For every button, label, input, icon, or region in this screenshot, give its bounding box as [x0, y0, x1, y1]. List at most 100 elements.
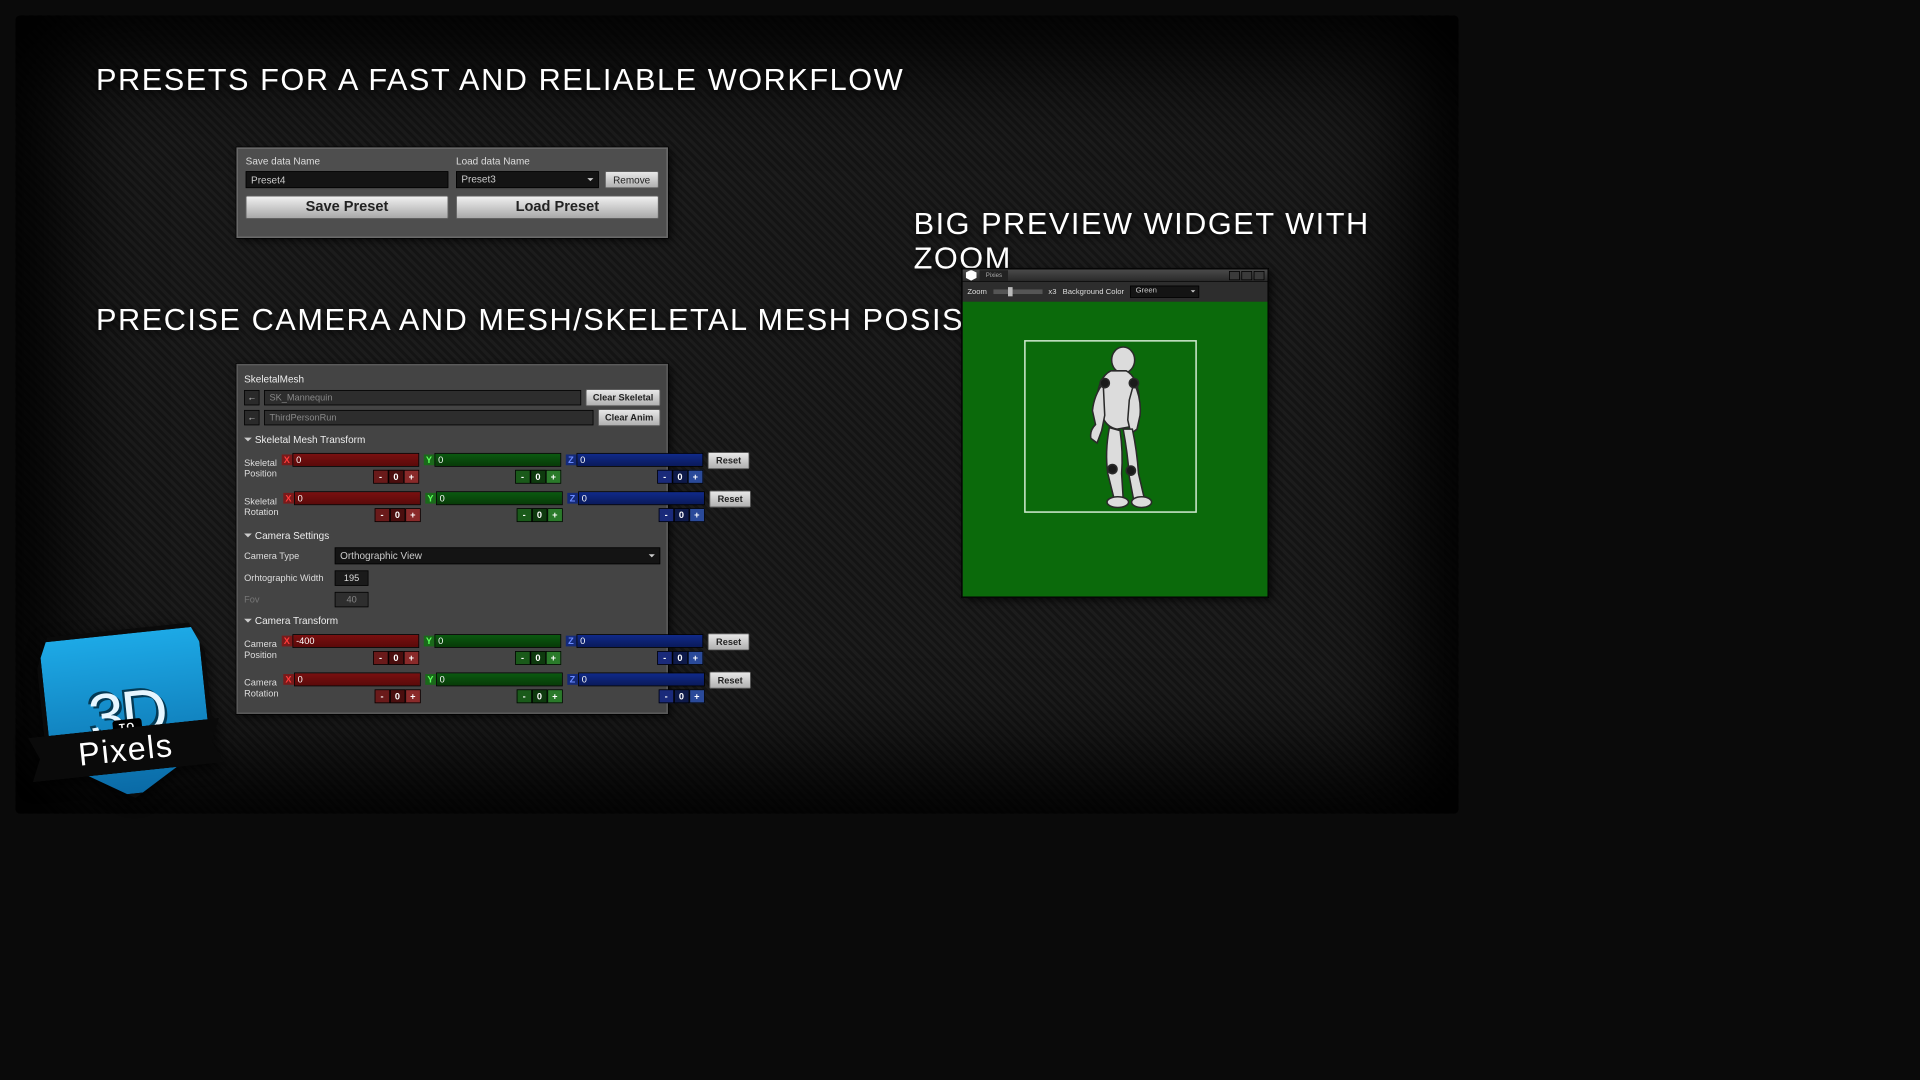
skeletal-rotation-label: Skeletal Rotation — [244, 496, 278, 517]
skeletal-rotation-x-input[interactable] — [294, 491, 421, 505]
zoom-slider[interactable] — [993, 289, 1042, 294]
skeletal-rotation-x-plus-button[interactable]: + — [405, 508, 420, 522]
camera-position-y-plus-button[interactable]: + — [546, 651, 561, 665]
camera-rotation-z-minus-button[interactable]: - — [658, 689, 673, 703]
skeletal-position-z-axis: Z — [566, 454, 577, 465]
camera-rotation-y-plus-button[interactable]: + — [547, 689, 562, 703]
camera-position-x-input[interactable] — [292, 634, 419, 648]
camera-position-y-axis: Y — [424, 636, 435, 647]
minimize-icon[interactable] — [1229, 271, 1240, 280]
camera-rotation-label: Camera Rotation — [244, 677, 278, 698]
bg-color-dropdown[interactable]: Green — [1130, 286, 1199, 298]
camera-position-y-input[interactable] — [434, 634, 561, 648]
camera-rotation-x-plus-button[interactable]: + — [405, 689, 420, 703]
skeletal-rotation-z-input[interactable] — [578, 491, 705, 505]
heading-camera: PRECISE CAMERA AND MESH/SKELETAL MESH PO… — [96, 303, 1054, 338]
camera-rotation-z-input[interactable] — [578, 673, 705, 687]
preview-tab[interactable]: Pixies — [980, 270, 1009, 281]
camera-position-label: Camera Position — [244, 639, 277, 660]
load-preset-button[interactable]: Load Preset — [456, 196, 659, 219]
bg-color-label: Background Color — [1063, 288, 1124, 296]
panel-title: SkeletalMesh — [244, 373, 660, 385]
camera-rotation-x-zero-button[interactable]: 0 — [390, 689, 405, 703]
camera-rotation-x-minus-button[interactable]: - — [374, 689, 389, 703]
transform-panel: SkeletalMesh ← SK_Mannequin Clear Skelet… — [236, 364, 667, 714]
camera-rotation-x-axis: X — [283, 674, 294, 685]
clear-skeletal-button[interactable]: Clear Skeletal — [586, 389, 660, 406]
skeletal-rotation-z-minus-button[interactable]: - — [658, 508, 673, 522]
camera-position-z-input[interactable] — [576, 634, 703, 648]
camera-position-x-plus-button[interactable]: + — [404, 651, 419, 665]
load-name-label: Load data Name — [456, 155, 659, 167]
anim-back-button[interactable]: ← — [244, 410, 259, 425]
skeletal-rotation-z-zero-button[interactable]: 0 — [674, 508, 689, 522]
skeletal-rotation-z-axis: Z — [567, 493, 578, 504]
camera-rotation-z-plus-button[interactable]: + — [689, 689, 704, 703]
skeletal-position-z-plus-button[interactable]: + — [688, 470, 703, 484]
skeletal-rotation-y-minus-button[interactable]: - — [516, 508, 531, 522]
clear-anim-button[interactable]: Clear Anim — [598, 409, 660, 426]
skeletal-position-y-plus-button[interactable]: + — [546, 470, 561, 484]
camera-position-reset-button[interactable]: Reset — [708, 633, 750, 650]
remove-button[interactable]: Remove — [605, 171, 659, 188]
fov-input — [335, 592, 369, 607]
skeletal-position-y-zero-button[interactable]: 0 — [530, 470, 545, 484]
camera-rotation-y-input[interactable] — [436, 673, 563, 687]
skeletal-position-z-zero-button[interactable]: 0 — [672, 470, 687, 484]
skeletal-position-x-input[interactable] — [292, 453, 419, 467]
skeletal-position-x-axis: X — [282, 454, 293, 465]
camera-rotation-z-zero-button[interactable]: 0 — [674, 689, 689, 703]
section-camera-transform[interactable]: Camera Transform — [244, 615, 660, 627]
skeletal-rotation-y-plus-button[interactable]: + — [547, 508, 562, 522]
zoom-value: x3 — [1048, 288, 1056, 296]
camera-type-dropdown[interactable]: Orthographic View — [335, 547, 661, 564]
camera-position-z-zero-button[interactable]: 0 — [672, 651, 687, 665]
mesh-back-button[interactable]: ← — [244, 390, 259, 405]
skeletal-position-x-plus-button[interactable]: + — [404, 470, 419, 484]
skeletal-position-x-zero-button[interactable]: 0 — [388, 470, 403, 484]
camera-position-x-zero-button[interactable]: 0 — [388, 651, 403, 665]
mesh-asset-field[interactable]: SK_Mannequin — [264, 390, 581, 405]
skeletal-position-y-input[interactable] — [434, 453, 561, 467]
skeletal-rotation-x-zero-button[interactable]: 0 — [390, 508, 405, 522]
skeletal-position-y-minus-button[interactable]: - — [515, 470, 530, 484]
camera-position-x-axis: X — [282, 636, 293, 647]
fov-label: Fov — [244, 594, 328, 605]
skeletal-rotation-y-zero-button[interactable]: 0 — [532, 508, 547, 522]
skeletal-rotation-x-minus-button[interactable]: - — [374, 508, 389, 522]
skeletal-position-reset-button[interactable]: Reset — [708, 452, 750, 469]
save-name-input[interactable] — [246, 171, 449, 188]
skeletal-position-z-minus-button[interactable]: - — [657, 470, 672, 484]
maximize-icon[interactable] — [1241, 271, 1252, 280]
skeletal-rotation-y-input[interactable] — [436, 491, 563, 505]
load-name-dropdown[interactable]: Preset3 — [456, 171, 598, 188]
section-camera-settings[interactable]: Camera Settings — [244, 530, 660, 542]
skeletal-position-label: Skeletal Position — [244, 458, 277, 479]
ortho-width-label: Orhtographic Width — [244, 573, 328, 584]
camera-rotation-y-zero-button[interactable]: 0 — [532, 689, 547, 703]
skeletal-rotation-x-axis: X — [283, 493, 294, 504]
save-preset-button[interactable]: Save Preset — [246, 196, 449, 219]
camera-rotation-y-axis: Y — [425, 674, 436, 685]
camera-position-y-minus-button[interactable]: - — [515, 651, 530, 665]
zoom-label: Zoom — [967, 288, 987, 296]
anim-asset-field[interactable]: ThirdPersonRun — [264, 410, 593, 425]
section-mesh-transform[interactable]: Skeletal Mesh Transform — [244, 434, 660, 446]
camera-rotation-y-minus-button[interactable]: - — [516, 689, 531, 703]
camera-position-z-plus-button[interactable]: + — [688, 651, 703, 665]
camera-position-z-minus-button[interactable]: - — [657, 651, 672, 665]
skeletal-rotation-reset-button[interactable]: Reset — [709, 491, 751, 508]
skeletal-rotation-z-plus-button[interactable]: + — [689, 508, 704, 522]
skeletal-position-z-input[interactable] — [576, 453, 703, 467]
camera-position-y-zero-button[interactable]: 0 — [530, 651, 545, 665]
camera-rotation-reset-button[interactable]: Reset — [709, 672, 751, 689]
preview-widget: Pixies Zoom x3 Background Color Green — [962, 269, 1268, 598]
ue-logo-icon — [966, 270, 977, 281]
close-icon[interactable] — [1254, 271, 1265, 280]
preset-panel: Save data Name Load data Name Preset3 Re… — [236, 147, 667, 238]
ortho-width-input[interactable] — [335, 570, 369, 585]
camera-rotation-x-input[interactable] — [294, 673, 421, 687]
skeletal-rotation-y-axis: Y — [425, 493, 436, 504]
skeletal-position-x-minus-button[interactable]: - — [373, 470, 388, 484]
camera-position-x-minus-button[interactable]: - — [373, 651, 388, 665]
